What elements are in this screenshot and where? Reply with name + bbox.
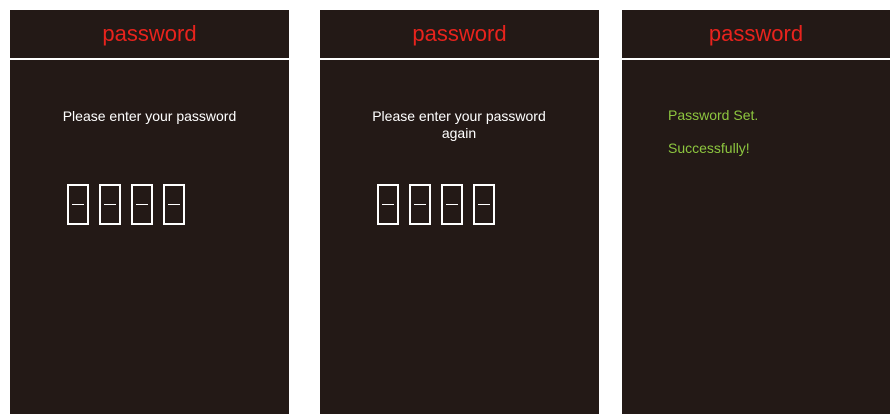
- password-digit-group[interactable]: [377, 184, 495, 225]
- password-digit-group[interactable]: [67, 184, 185, 225]
- password-digit-4[interactable]: [473, 184, 495, 225]
- password-digit-3[interactable]: [441, 184, 463, 225]
- password-digit-4[interactable]: [163, 184, 185, 225]
- enter-password-screen: password Please enter your password: [10, 10, 289, 414]
- password-digit-1[interactable]: [377, 184, 399, 225]
- password-digit-3[interactable]: [131, 184, 153, 225]
- confirm-password-screen: password Please enter your password agai…: [320, 10, 599, 414]
- password-digit-2[interactable]: [409, 184, 431, 225]
- password-set-screen: password Password Set. Successfully!: [622, 10, 890, 414]
- screen-title: password: [412, 21, 507, 46]
- header-divider: [320, 58, 599, 60]
- screen-title: password: [102, 21, 197, 46]
- password-digit-1[interactable]: [67, 184, 89, 225]
- screen-title: password: [708, 21, 804, 46]
- confirm-password-prompt: Please enter your password again: [372, 108, 546, 141]
- header-divider: [622, 58, 890, 60]
- success-message-line-1: Password Set.: [668, 107, 759, 123]
- header-divider: [10, 58, 289, 60]
- success-message-line-2: Successfully!: [668, 140, 750, 156]
- password-digit-2[interactable]: [99, 184, 121, 225]
- enter-password-prompt: Please enter your password: [62, 108, 237, 124]
